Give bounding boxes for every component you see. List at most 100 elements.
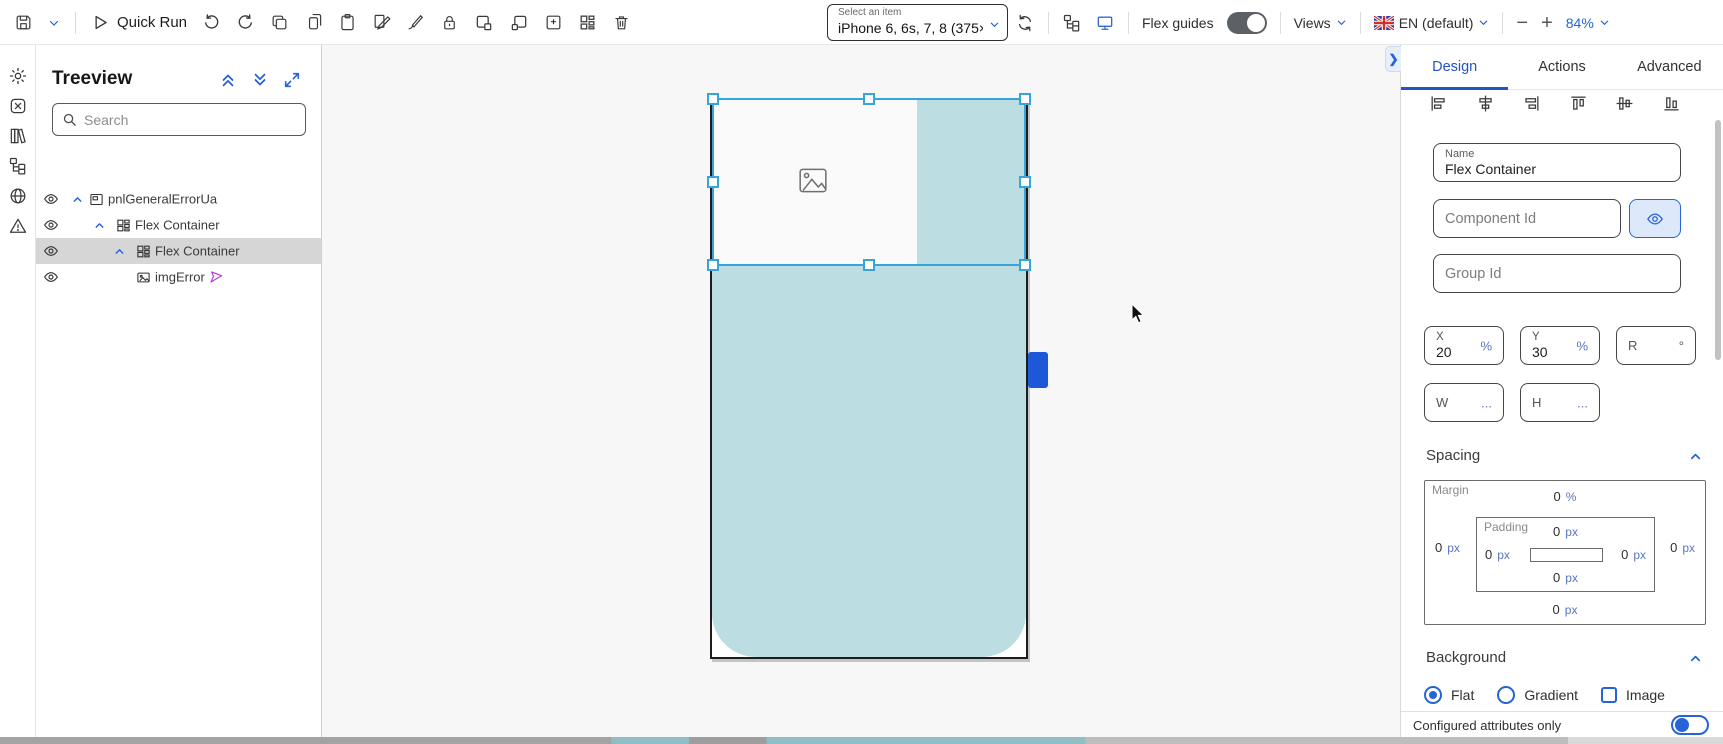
- device-select[interactable]: Select an item iPhone 6, 6s, 7, 8 (375×.…: [827, 4, 1008, 41]
- width-field[interactable]: W ...: [1424, 383, 1504, 422]
- monitor-icon[interactable]: [1095, 13, 1115, 33]
- x-position-field[interactable]: X 20 %: [1424, 326, 1504, 365]
- eye-icon[interactable]: [43, 217, 59, 233]
- y-position-field[interactable]: Y 30 %: [1520, 326, 1600, 365]
- group-icon[interactable]: [474, 13, 494, 33]
- align-center-vertical-icon[interactable]: [1615, 94, 1634, 113]
- chevron-up-icon[interactable]: [112, 244, 126, 258]
- resize-handle-e[interactable]: [1019, 176, 1031, 188]
- zoom-in-button[interactable]: +: [1541, 13, 1553, 33]
- lock-icon[interactable]: [440, 13, 459, 32]
- tree-row-imgerror[interactable]: imgError: [36, 264, 321, 290]
- zoom-level-dropdown[interactable]: 84%: [1566, 15, 1610, 31]
- resize-handle-ne[interactable]: [1019, 93, 1031, 105]
- tab-actions[interactable]: Actions: [1508, 45, 1615, 89]
- rotation-field[interactable]: R °: [1616, 326, 1696, 365]
- name-input[interactable]: [1434, 161, 1680, 181]
- padding-bottom-value[interactable]: 0px: [1553, 570, 1578, 585]
- tree-structure-icon[interactable]: [1062, 13, 1082, 33]
- margin-right-value[interactable]: 0px: [1670, 540, 1695, 555]
- align-right-icon[interactable]: [1522, 94, 1541, 113]
- resize-handle-se[interactable]: [1019, 259, 1031, 271]
- inspector-scrollbar[interactable]: [1715, 120, 1721, 360]
- globe-icon[interactable]: [8, 186, 28, 206]
- component-visibility-button[interactable]: [1629, 199, 1681, 238]
- design-canvas[interactable]: [322, 45, 1400, 744]
- chevron-up-icon[interactable]: [1687, 650, 1703, 666]
- expand-all-icon[interactable]: [251, 71, 269, 89]
- tab-advanced[interactable]: Advanced: [1616, 45, 1723, 89]
- sync-icon[interactable]: [1015, 13, 1035, 33]
- height-field[interactable]: H ...: [1520, 383, 1600, 422]
- tree-item-label[interactable]: Flex Container: [155, 244, 240, 259]
- name-field[interactable]: Name: [1433, 143, 1681, 182]
- resize-handle-n[interactable]: [863, 93, 875, 105]
- flex-container-body[interactable]: [712, 266, 1026, 657]
- resize-handle-s[interactable]: [863, 259, 875, 271]
- eye-icon[interactable]: [43, 269, 59, 285]
- align-bottom-icon[interactable]: [1662, 94, 1681, 113]
- tab-design[interactable]: Design: [1401, 45, 1508, 89]
- align-center-horizontal-icon[interactable]: [1476, 94, 1495, 113]
- frame-drag-handle[interactable]: [1028, 352, 1048, 388]
- eye-icon[interactable]: [43, 243, 59, 259]
- resize-handle-nw[interactable]: [707, 93, 719, 105]
- image-checkbox[interactable]: [1601, 687, 1617, 703]
- tree-item-label[interactable]: pnlGeneralErrorUa: [108, 192, 217, 207]
- send-icon[interactable]: [208, 269, 224, 285]
- expand-view-icon[interactable]: [283, 71, 301, 89]
- chevron-up-icon[interactable]: [1687, 448, 1703, 464]
- style-icon[interactable]: [372, 13, 391, 32]
- ungroup-icon[interactable]: [509, 13, 529, 33]
- quick-run-button[interactable]: Quick Run: [91, 13, 187, 32]
- trash-icon[interactable]: [612, 13, 631, 32]
- component-id-input[interactable]: [1434, 200, 1620, 237]
- flat-radio[interactable]: [1424, 686, 1442, 704]
- chevron-up-icon[interactable]: [70, 192, 84, 206]
- align-left-icon[interactable]: [1429, 94, 1448, 113]
- padding-right-value[interactable]: 0px: [1621, 547, 1646, 562]
- tree-row-pnlgeneralerrorua[interactable]: pnlGeneralErrorUa: [36, 186, 321, 212]
- save-icon[interactable]: [14, 13, 33, 32]
- new-frame-icon[interactable]: [544, 13, 563, 32]
- tree-row-flex-container-outer[interactable]: Flex Container: [36, 212, 321, 238]
- resize-handle-w[interactable]: [707, 176, 719, 188]
- library-icon[interactable]: [8, 126, 28, 146]
- eye-icon[interactable]: [43, 191, 59, 207]
- collapse-all-icon[interactable]: [219, 71, 237, 89]
- margin-top-value[interactable]: 0%: [1554, 489, 1577, 504]
- language-dropdown[interactable]: EN (default): [1374, 15, 1490, 31]
- group-id-input[interactable]: [1434, 255, 1680, 292]
- tree-item-label[interactable]: imgError: [155, 270, 205, 285]
- margin-left-value[interactable]: 0px: [1435, 540, 1460, 555]
- margin-bottom-value[interactable]: 0px: [1553, 602, 1578, 617]
- selection-box[interactable]: [712, 98, 1026, 266]
- tree-row-flex-container-selected[interactable]: Flex Container: [36, 238, 321, 264]
- configured-attributes-toggle[interactable]: [1671, 715, 1709, 735]
- components-icon[interactable]: [8, 96, 28, 116]
- resize-handle-sw[interactable]: [707, 259, 719, 271]
- align-top-icon[interactable]: [1569, 94, 1588, 113]
- views-dropdown[interactable]: Views: [1294, 15, 1347, 31]
- duplicate-icon[interactable]: [304, 13, 323, 32]
- chevron-up-icon[interactable]: [92, 218, 106, 232]
- treeview-search[interactable]: [52, 103, 306, 136]
- group-id-field[interactable]: [1433, 254, 1681, 293]
- padding-left-value[interactable]: 0px: [1485, 547, 1510, 562]
- component-id-field[interactable]: [1433, 199, 1621, 238]
- search-input[interactable]: [84, 112, 284, 128]
- zoom-out-button[interactable]: −: [1516, 13, 1528, 33]
- layout-grid-icon[interactable]: [578, 13, 597, 32]
- gradient-radio[interactable]: [1497, 686, 1515, 704]
- tree-item-label[interactable]: Flex Container: [135, 218, 220, 233]
- copy-icon[interactable]: [270, 13, 289, 32]
- treeview-icon[interactable]: [8, 156, 28, 176]
- padding-top-value[interactable]: 0px: [1553, 524, 1578, 539]
- redo-icon[interactable]: [236, 13, 255, 32]
- paste-icon[interactable]: [338, 13, 357, 32]
- panel-collapse-button[interactable]: ❯: [1385, 46, 1401, 72]
- flex-guides-toggle[interactable]: [1227, 12, 1267, 34]
- save-menu-chevron-icon[interactable]: [48, 17, 60, 29]
- settings-icon[interactable]: [8, 66, 28, 86]
- undo-icon[interactable]: [202, 13, 221, 32]
